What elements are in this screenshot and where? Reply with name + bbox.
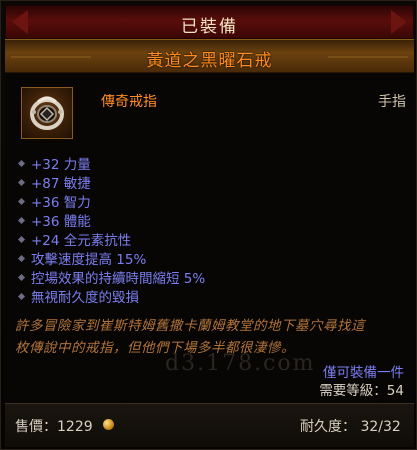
ring-icon — [21, 87, 73, 139]
stat-row: +32 力量 — [17, 156, 205, 175]
required-level: 需要等級：54 — [319, 383, 404, 399]
bullet-icon — [17, 254, 26, 262]
stat-text: +32 力量 — [31, 157, 91, 173]
bullet-icon — [17, 292, 26, 300]
stat-row: 控場效果的持續時間縮短 5% — [17, 270, 206, 289]
flavor-line: 許多冒險家到崔斯特姆舊撒卡蘭姆教堂的地下墓穴尋找這 — [15, 318, 365, 334]
stat-text: +36 體能 — [31, 214, 91, 230]
bullet-icon — [17, 159, 26, 167]
bullet-icon — [17, 235, 26, 243]
stat-row: +36 體能 — [17, 213, 205, 232]
equipped-label: 已裝備 — [181, 17, 238, 37]
stat-row: 攻擊速度提高 15% — [17, 251, 205, 270]
stat-row: +36 智力 — [17, 194, 205, 213]
gold-coin-icon — [103, 419, 114, 430]
watermark: d3.178.com — [165, 351, 316, 376]
item-slot: 手指 — [378, 94, 406, 110]
sell-price: 售價：1229 — [15, 419, 93, 435]
tooltip-footer: 售價：1229 耐久度： 32/32 — [5, 403, 414, 447]
bullet-icon — [17, 273, 26, 281]
stat-row: +87 敏捷 — [17, 175, 205, 194]
equipped-header: 已裝備 — [5, 5, 414, 39]
bullet-icon — [17, 178, 26, 186]
stat-text: 攻擊速度提高 15% — [31, 252, 147, 268]
stat-text: 控場效果的持續時間縮短 5% — [31, 271, 206, 287]
stats-list: +32 力量 +87 敏捷 +36 智力 +36 體能 +24 全元素抗性 攻擊… — [17, 156, 206, 308]
bullet-icon — [17, 197, 26, 205]
header-ornament-right — [391, 10, 407, 34]
stat-text: +24 全元素抗性 — [31, 233, 132, 249]
item-body: 傳奇戒指 手指 +32 力量 +87 敏捷 +36 智力 +36 體能 +24 … — [5, 73, 414, 403]
item-type: 傳奇戒指 — [101, 94, 157, 110]
stat-text: +36 智力 — [31, 195, 91, 211]
stat-text: 無視耐久度的毀損 — [31, 290, 139, 306]
stat-row: 無視耐久度的毀損 — [17, 289, 205, 308]
stat-text: +87 敏捷 — [31, 176, 91, 192]
durability: 耐久度： 32/32 — [300, 419, 401, 435]
equip-limit-text: 僅可裝備一件 — [323, 365, 404, 381]
item-tooltip: 已裝備 黃道之黑曜石戒 傳奇戒指 手指 +32 力量 +87 敏捷 +36 智力… — [0, 0, 417, 450]
item-name-bar: 黃道之黑曜石戒 — [5, 39, 414, 73]
item-name: 黃道之黑曜石戒 — [146, 51, 273, 71]
stat-row: +24 全元素抗性 — [17, 232, 205, 251]
bullet-icon — [17, 216, 26, 224]
name-bar-rail-right — [328, 56, 408, 58]
